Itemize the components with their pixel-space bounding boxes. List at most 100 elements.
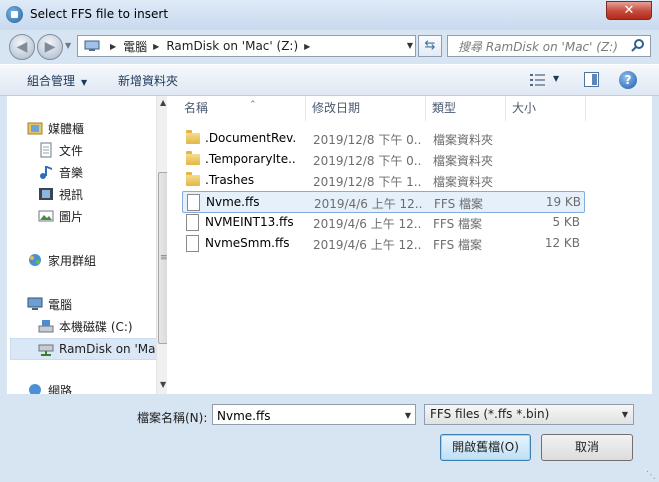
file-type: FFS 檔案 xyxy=(433,217,483,231)
file-type: 檔案資料夾 xyxy=(433,175,494,189)
resize-grip-icon[interactable]: ⋱ xyxy=(646,470,656,481)
file-date: 2019/4/6 上午 12... xyxy=(313,238,421,252)
library-icon xyxy=(27,122,43,135)
address-dropdown-icon[interactable]: ▼ xyxy=(407,41,413,50)
chevron-down-icon[interactable]: ▼ xyxy=(622,405,628,424)
close-button[interactable]: ✕ xyxy=(606,1,652,20)
scroll-down-icon[interactable]: ▼ xyxy=(160,380,166,389)
file-type: 檔案資料夾 xyxy=(433,133,494,147)
file-row[interactable]: NVMEINT13.ffs 2019/4/6 上午 12... FFS 檔案 5 KB xyxy=(182,212,582,232)
window-title: Select FFS file to insert xyxy=(30,7,169,21)
sidebar-item-label: 圖片 xyxy=(59,209,84,224)
folder-icon xyxy=(186,172,200,186)
network-drive-icon xyxy=(38,344,54,356)
file-row[interactable]: .DocumentRev... 2019/12/8 下午 0... 檔案資料夾 xyxy=(182,128,582,148)
preview-pane-icon[interactable] xyxy=(584,72,599,87)
address-segment-ramdisk[interactable]: RamDisk on 'Mac' (Z:) xyxy=(166,39,298,53)
file-icon xyxy=(187,194,200,211)
column-header-size[interactable]: 大小 xyxy=(506,96,586,121)
file-list: 名稱 ⌃ 修改日期 類型 大小 .DocumentRev... 2019/12/8… xyxy=(167,96,652,394)
file-date: 2019/12/8 下午 0... xyxy=(313,154,421,168)
file-name: NvmeSmm.ffs xyxy=(205,236,290,250)
file-icon xyxy=(186,235,199,252)
local-disk-icon xyxy=(38,320,54,333)
documents-icon xyxy=(40,142,52,158)
file-row[interactable]: .TemporaryIte... 2019/12/8 下午 0... 檔案資料夾 xyxy=(182,149,582,169)
view-options-icon[interactable] xyxy=(530,73,546,87)
sidebar-item-label: 本機磁碟 (C:) xyxy=(59,319,133,334)
sidebar-item-computer[interactable]: 電腦 xyxy=(27,294,176,314)
column-header-type[interactable]: 類型 xyxy=(426,96,506,121)
address-bar[interactable]: ▶ 電腦 ▶ RamDisk on 'Mac' (Z:) ▶ ▼ xyxy=(77,35,416,57)
address-arrow-icon[interactable]: ▶ xyxy=(153,42,159,51)
file-row[interactable]: NvmeSmm.ffs 2019/4/6 上午 12... FFS 檔案 12 KB xyxy=(182,233,582,253)
forward-button[interactable]: ▶ xyxy=(37,34,63,60)
sidebar-item-library[interactable]: 媒體櫃 xyxy=(27,118,176,138)
toolbar: 組合管理 ▼ 新增資料夾 ▼ ? xyxy=(0,64,659,96)
computer-icon xyxy=(27,297,43,310)
sidebar-item-label: 網路 xyxy=(48,384,73,394)
filename-label: 檔案名稱(N): xyxy=(137,411,208,425)
video-icon xyxy=(39,188,53,200)
sidebar-item-label: RamDisk on 'Ma xyxy=(59,342,156,356)
open-button[interactable]: 開啟舊檔(O) xyxy=(440,434,531,461)
file-type-select[interactable]: FFS files (*.ffs *.bin) ▼ xyxy=(424,404,634,425)
file-name: .Trashes xyxy=(205,173,255,187)
sidebar-item-label: 文件 xyxy=(59,143,84,158)
search-icon[interactable] xyxy=(630,38,646,54)
scroll-up-icon[interactable]: ▲ xyxy=(160,98,166,107)
file-date: 2019/4/6 上午 12... xyxy=(313,217,421,231)
column-header-name[interactable]: 名稱 ⌃ xyxy=(178,96,306,121)
file-type-value: FFS files (*.ffs *.bin) xyxy=(430,407,550,421)
dialog-footer: 檔案名稱(N): ▼ FFS files (*.ffs *.bin) ▼ 開啟舊… xyxy=(0,394,659,482)
folder-icon xyxy=(186,130,200,144)
file-size: 5 KB xyxy=(552,215,580,229)
cancel-button[interactable]: 取消 xyxy=(541,434,633,461)
organize-button[interactable]: 組合管理 ▼ xyxy=(27,72,87,89)
homegroup-icon xyxy=(29,254,41,266)
file-date: 2019/12/8 下午 0... xyxy=(313,133,421,147)
back-button[interactable]: ◀ xyxy=(9,34,35,60)
file-row[interactable]: Nvme.ffs 2019/4/6 上午 12... FFS 檔案 19 KB xyxy=(182,191,585,213)
file-name: .DocumentRev... xyxy=(205,131,297,145)
address-segment-computer[interactable]: 電腦 xyxy=(123,38,147,55)
file-name: NVMEINT13.ffs xyxy=(205,215,294,229)
sidebar-item-label: 視訊 xyxy=(59,187,84,202)
file-icon xyxy=(186,214,199,231)
sidebar-item-homegroup[interactable]: 家用群組 xyxy=(27,250,176,270)
sort-ascending-icon: ⌃ xyxy=(249,100,257,110)
pictures-icon xyxy=(38,210,54,222)
refresh-button[interactable]: ⇆ xyxy=(418,35,442,57)
search-input[interactable] xyxy=(448,36,638,58)
file-date: 2019/4/6 上午 12... xyxy=(314,197,422,211)
file-type: 檔案資料夾 xyxy=(433,154,494,168)
sidebar-item-label: 音樂 xyxy=(59,165,84,180)
file-type: FFS 檔案 xyxy=(434,197,484,211)
chevron-down-icon[interactable]: ▼ xyxy=(405,411,411,420)
filename-field[interactable] xyxy=(213,405,399,426)
address-arrow-icon[interactable]: ▶ xyxy=(304,42,310,51)
address-arrow-icon[interactable]: ▶ xyxy=(110,42,116,51)
sidebar-item-label: 家用群組 xyxy=(48,253,97,268)
file-type: FFS 檔案 xyxy=(433,238,483,252)
filename-combobox[interactable]: ▼ xyxy=(212,404,416,426)
navigation-pane: 媒體櫃 文件 音樂 視訊 圖片 家用群組 電腦 本機磁碟 (C:) RamDis… xyxy=(7,96,188,394)
network-icon xyxy=(29,384,41,394)
help-button[interactable]: ? xyxy=(619,71,637,89)
folder-icon xyxy=(186,151,200,165)
title-bar: Select FFS file to insert ✕ xyxy=(0,0,659,30)
view-dropdown-icon[interactable]: ▼ xyxy=(553,74,559,83)
organize-label: 組合管理 xyxy=(27,74,76,88)
file-name: Nvme.ffs xyxy=(206,195,260,209)
new-folder-button[interactable]: 新增資料夾 xyxy=(118,72,178,89)
file-row[interactable]: .Trashes 2019/12/8 下午 1... 檔案資料夾 xyxy=(182,170,582,190)
sidebar-item-label: 媒體櫃 xyxy=(48,121,85,136)
column-label: 名稱 xyxy=(184,101,209,115)
app-icon xyxy=(6,6,23,23)
sidebar-item-label: 電腦 xyxy=(48,297,73,312)
computer-icon xyxy=(84,40,100,51)
search-box[interactable] xyxy=(447,35,651,58)
sidebar-item-network[interactable]: 網路 xyxy=(27,382,176,394)
column-header-date[interactable]: 修改日期 xyxy=(306,96,426,121)
recent-pages-dropdown[interactable]: ▼ xyxy=(65,41,75,53)
